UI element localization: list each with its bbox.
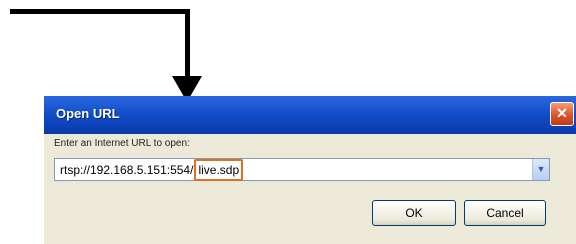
ok-button[interactable]: OK: [372, 200, 456, 226]
url-path-highlight: live.sdp: [194, 159, 244, 181]
annotation-arrow-vertical: [185, 9, 190, 84]
title-bar[interactable]: Open URL ✕: [44, 96, 576, 134]
close-button[interactable]: ✕: [550, 102, 574, 126]
dialog-body: Enter an Internet URL to open: rtsp://19…: [50, 134, 574, 244]
url-combobox[interactable]: rtsp://192.168.5.151:554/live.sdp ▼: [54, 158, 550, 181]
chevron-down-icon: ▼: [536, 164, 546, 174]
url-prompt-label: Enter an Internet URL to open:: [54, 138, 190, 149]
close-icon: ✕: [556, 105, 568, 121]
cancel-button[interactable]: Cancel: [464, 200, 546, 226]
url-input[interactable]: rtsp://192.168.5.151:554/live.sdp: [60, 159, 244, 181]
url-dropdown-button[interactable]: ▼: [532, 159, 549, 180]
url-base-text: rtsp://192.168.5.151:554/: [60, 163, 194, 177]
dialog-title: Open URL: [56, 106, 120, 121]
annotation-arrow-horizontal: [10, 9, 190, 14]
open-url-dialog: Open URL ✕ Enter an Internet URL to open…: [44, 96, 576, 244]
